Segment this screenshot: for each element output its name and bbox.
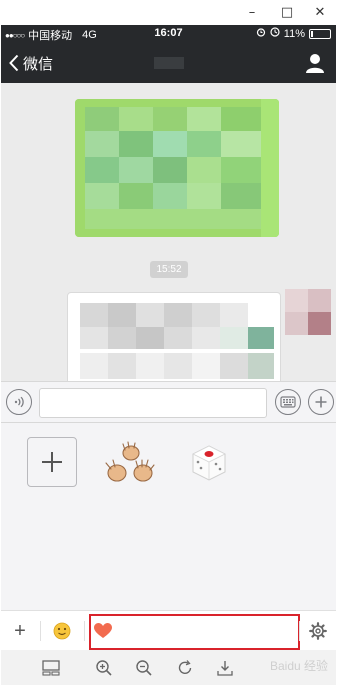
message-input[interactable] <box>39 388 267 418</box>
rotate-button[interactable] <box>173 650 197 685</box>
add-emoji-tab[interactable]: + <box>1 611 39 651</box>
user-icon[interactable] <box>304 52 326 74</box>
minimize-button[interactable]: – <box>237 0 267 25</box>
zoom-out-icon <box>136 659 152 676</box>
sticker-panel <box>1 423 336 610</box>
rotate-icon <box>178 659 192 674</box>
blurred-title <box>153 57 184 70</box>
settings-gear-icon <box>309 622 327 640</box>
clock-icon <box>270 27 280 40</box>
download-button[interactable] <box>213 650 237 685</box>
layout-button[interactable] <box>39 650 63 685</box>
close-button[interactable]: ✕ <box>305 0 335 25</box>
watermark: Baidu 经验 <box>269 659 328 673</box>
back-label: 微信 <box>23 55 54 73</box>
voice-icon <box>14 396 24 408</box>
status-bar: ●●○○○ 中国移动 4G 16:07 11% <box>1 25 336 43</box>
emoji-tab[interactable] <box>41 611 83 651</box>
zoom-in-button[interactable] <box>92 650 116 685</box>
add-sticker-button[interactable] <box>27 437 77 487</box>
plus-circle-icon <box>315 396 327 408</box>
keyboard-button[interactable] <box>275 389 301 415</box>
zoom-in-icon <box>96 659 112 676</box>
alarm-icon <box>256 27 266 40</box>
dice-icon[interactable] <box>189 443 229 483</box>
chat-input-bar <box>1 381 336 423</box>
emoji-tab-bar: + <box>1 610 336 650</box>
window-titlebar: – □ ✕ <box>0 0 337 25</box>
battery-icon <box>309 28 331 39</box>
more-button[interactable] <box>308 389 334 415</box>
emoji-icon <box>53 622 71 640</box>
battery-percent: 11% <box>283 27 305 40</box>
rock-paper-scissors-icon[interactable] <box>105 441 155 487</box>
voice-button[interactable] <box>6 389 32 415</box>
back-chevron-icon <box>9 54 19 72</box>
plus-icon <box>42 452 62 472</box>
back-button[interactable]: 微信 <box>9 43 53 83</box>
emoji-settings-button[interactable] <box>303 611 333 651</box>
chat-title <box>81 43 256 83</box>
battery-level <box>311 30 313 37</box>
chat-area: 15:52 <box>1 83 336 388</box>
phone-screen: ●●○○○ 中国移动 4G 16:07 11% 微信 15:52 + Baidu… <box>1 25 336 685</box>
maximize-button[interactable]: □ <box>272 0 302 25</box>
bottom-toolbar: Baidu 经验 <box>1 650 336 685</box>
chat-timestamp: 15:52 <box>150 261 188 278</box>
keyboard-icon <box>280 396 296 408</box>
avatar[interactable] <box>285 289 331 335</box>
message-bubble-blurred-white[interactable] <box>67 292 281 388</box>
layout-icon <box>42 659 60 676</box>
download-icon <box>217 660 233 676</box>
message-bubble-blurred[interactable] <box>75 99 279 237</box>
highlight-annotation <box>89 614 300 650</box>
zoom-out-button[interactable] <box>132 650 156 685</box>
nav-bar: 微信 <box>1 43 336 83</box>
